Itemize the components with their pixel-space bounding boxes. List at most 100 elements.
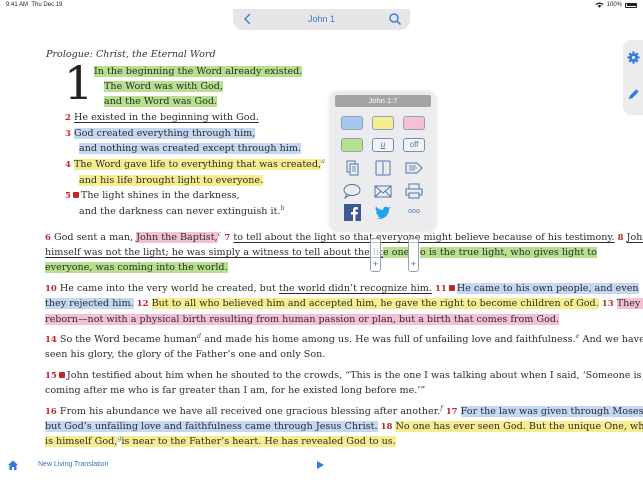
highlight-pink-swatch[interactable] bbox=[403, 116, 425, 130]
verse-4-line-2[interactable]: and his life brought light to everyone. bbox=[79, 175, 264, 187]
verse-text: and nothing was created except through h… bbox=[79, 143, 302, 154]
verse-text: God sent a man, bbox=[53, 232, 134, 243]
bottom-toolbar: New Living Translation bbox=[0, 456, 643, 482]
highlight-blue-swatch[interactable] bbox=[341, 116, 363, 130]
verse-text: is himself God, bbox=[45, 436, 118, 447]
verse-number: 3 bbox=[65, 129, 71, 139]
verse-text: reborn—not with a physical birth resulti… bbox=[45, 314, 560, 325]
verse-15-line-2[interactable]: coming after me who is far greater than … bbox=[45, 385, 425, 397]
verse-text: God created everything through him, bbox=[73, 128, 256, 139]
book-icon[interactable] bbox=[448, 285, 455, 291]
verse-1-line-2[interactable]: The Word was with God, bbox=[104, 81, 223, 93]
verse-16-line-1[interactable]: 16 From his abundance we have all receiv… bbox=[45, 404, 643, 418]
verse-5-line-1[interactable]: 5 The light shines in the darkness, bbox=[65, 190, 240, 202]
verse-5-line-2[interactable]: and the darkness can never extinguish it… bbox=[79, 204, 285, 218]
footnote-marker[interactable]: c bbox=[218, 230, 222, 238]
underline-button[interactable]: u bbox=[372, 138, 394, 152]
verse-6-line-1[interactable]: 6 God sent a man, John the Baptist,c 7 t… bbox=[45, 230, 643, 244]
highlight-yellow-swatch[interactable] bbox=[372, 116, 394, 130]
verse-text: He existed in the beginning with God. bbox=[73, 112, 259, 123]
selection-end-handle[interactable]: + bbox=[408, 238, 419, 272]
verse-text: The Word gave life to everything that wa… bbox=[73, 159, 322, 170]
pencil-icon[interactable] bbox=[627, 88, 640, 101]
verse-2[interactable]: 2 He existed in the beginning with God. bbox=[65, 112, 259, 124]
verse-1-line-1[interactable]: In the beginning the Word already existe… bbox=[94, 66, 303, 78]
home-icon[interactable] bbox=[7, 459, 19, 471]
print-icon[interactable] bbox=[403, 182, 425, 200]
footnote-marker[interactable]: f bbox=[440, 404, 442, 412]
verse-number: 13 bbox=[601, 299, 614, 309]
verse-text: himself was not the light; he was simply… bbox=[45, 247, 399, 258]
footnote-marker[interactable]: d bbox=[197, 332, 201, 340]
translation-selector[interactable]: New Living Translation bbox=[38, 461, 108, 468]
verse-1-line-3[interactable]: and the Word was God. bbox=[104, 96, 218, 108]
verse-18-line-2[interactable]: is himself God,gis near to the Father’s … bbox=[45, 435, 396, 448]
chapter-number: 1 bbox=[64, 56, 94, 110]
note-tag-icon[interactable] bbox=[403, 159, 425, 177]
book-open-icon[interactable] bbox=[372, 159, 394, 177]
footnote-marker[interactable]: b bbox=[280, 204, 284, 212]
selection-start-handle[interactable]: + bbox=[370, 238, 381, 272]
footnote-marker[interactable]: a bbox=[321, 157, 325, 165]
book-icon[interactable] bbox=[72, 192, 79, 198]
verse-9-line-2[interactable]: everyone, was coming into the world. bbox=[45, 262, 228, 274]
status-right: 100% bbox=[595, 2, 637, 8]
battery-percent: 100% bbox=[606, 2, 622, 8]
verse-number: 7 bbox=[224, 233, 231, 243]
verse-text: and the darkness can never extinguish it… bbox=[79, 206, 281, 217]
verse-4-line-1[interactable]: 4 The Word gave life to everything that … bbox=[65, 157, 325, 171]
battery-icon bbox=[625, 2, 637, 8]
facebook-icon[interactable] bbox=[341, 204, 363, 222]
verse-number: 11 bbox=[435, 284, 447, 294]
verse-number: 4 bbox=[65, 160, 71, 170]
mail-icon[interactable] bbox=[372, 182, 394, 200]
verse-text: From his abundance we have all received … bbox=[59, 406, 441, 417]
highlight-green-swatch[interactable] bbox=[341, 138, 363, 152]
verse-text: For the law was given through Moses, bbox=[460, 406, 643, 417]
verse-text: The light shines in the darkness, bbox=[80, 190, 240, 201]
verse-text: the world didn’t recognize him. bbox=[278, 283, 432, 294]
verse-9-line-1[interactable]: e one bbox=[383, 247, 410, 259]
gear-icon[interactable] bbox=[627, 51, 640, 64]
book-icon[interactable] bbox=[58, 372, 65, 378]
verse-3-line-1[interactable]: 3 God created everything through him, bbox=[65, 128, 256, 140]
highlight-off-button[interactable]: off bbox=[403, 138, 425, 152]
verse-text: e one bbox=[383, 247, 410, 258]
verse-number: 5 bbox=[65, 191, 71, 201]
verse-number: 8 bbox=[617, 233, 624, 243]
footnote-marker[interactable]: e bbox=[576, 332, 580, 340]
verse-text: John testified about him when he shouted… bbox=[66, 370, 642, 381]
verse-text: coming after me who is far greater than … bbox=[45, 385, 426, 396]
verse-17-line-2[interactable]: but God’s unfailing love and faithfulnes… bbox=[45, 421, 643, 433]
verse-text: to tell about the light so that everyone… bbox=[233, 232, 615, 243]
verse-9-line-1b[interactable]: o is the true light, who gives light to bbox=[420, 247, 597, 259]
verse-action-popup: John 1:7 u off ooo bbox=[330, 91, 436, 230]
verse-number: 10 bbox=[45, 284, 57, 294]
verse-13-line-2[interactable]: reborn—not with a physical birth resulti… bbox=[45, 314, 560, 326]
verse-number: 15 bbox=[45, 371, 57, 381]
verse-14-line-2[interactable]: seen his glory, the glory of the Father’… bbox=[45, 349, 325, 361]
verse-text: o is the true light, who gives light to bbox=[420, 247, 597, 258]
popup-title: John 1:7 bbox=[335, 95, 431, 107]
verse-text: No one has ever seen God. But the unique… bbox=[395, 421, 643, 432]
more-options-button[interactable]: ooo bbox=[403, 206, 425, 220]
copy-icon[interactable] bbox=[341, 159, 363, 177]
verse-text: And we have bbox=[582, 334, 643, 345]
verse-number: 12 bbox=[136, 299, 149, 309]
wifi-icon bbox=[595, 2, 604, 8]
verse-14-line-1[interactable]: 14 So the Word became humand and made hi… bbox=[45, 332, 643, 346]
play-icon[interactable] bbox=[315, 460, 325, 470]
verse-text: but God’s unfailing love and faithfulnes… bbox=[45, 421, 378, 432]
search-icon[interactable] bbox=[388, 12, 402, 26]
verse-text: He came into the very world he created, … bbox=[59, 283, 276, 294]
speech-bubble-icon[interactable] bbox=[341, 182, 363, 200]
chapter-title[interactable]: John 1 bbox=[233, 14, 410, 24]
verse-15-line-1[interactable]: 15 John testified about him when he shout… bbox=[45, 370, 641, 382]
verse-text: In the beginning the Word already existe… bbox=[94, 66, 303, 77]
side-toolbar bbox=[623, 40, 643, 115]
twitter-icon[interactable] bbox=[372, 204, 394, 222]
verse-8-line-2[interactable]: himself was not the light; he was simply… bbox=[45, 247, 407, 259]
verse-3-line-2[interactable]: and nothing was created except through h… bbox=[79, 143, 302, 155]
verse-10-line-1[interactable]: 10 He came into the very world he create… bbox=[45, 283, 639, 295]
verse-11-line-2[interactable]: they rejected him. 12 But to all who bel… bbox=[45, 298, 643, 310]
